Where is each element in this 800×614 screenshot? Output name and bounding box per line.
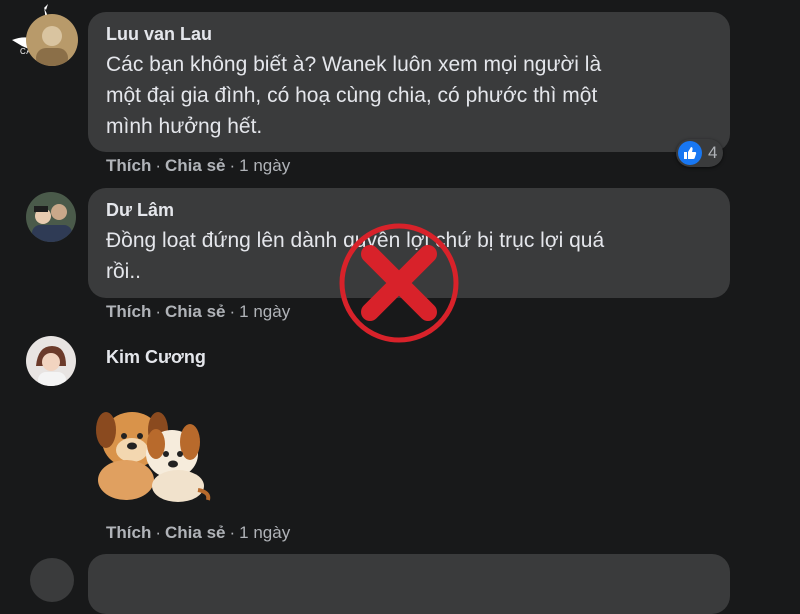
avatar[interactable] (30, 558, 74, 602)
avatar[interactable] (26, 14, 78, 66)
comment-author[interactable]: Luu van Lau (106, 24, 212, 45)
share-button[interactable]: Chia sẻ (165, 302, 225, 321)
avatar[interactable] (26, 192, 76, 242)
comment-author[interactable]: Dư Lâm (106, 200, 174, 221)
like-button[interactable]: Thích (106, 523, 151, 542)
timestamp[interactable]: 1 ngày (239, 523, 290, 542)
share-button[interactable]: Chia sẻ (165, 523, 225, 542)
avatar[interactable] (26, 336, 76, 386)
hugging-dogs-sticker (96, 412, 211, 502)
comment-author[interactable]: Kim Cương (106, 347, 206, 368)
comment-actions: Thích · Chia sẻ · 1 ngày (106, 156, 291, 175)
share-button[interactable]: Chia sẻ (165, 156, 225, 175)
comment-actions: Thích · Chia sẻ · 1 ngày (106, 523, 291, 542)
comment-bubble (88, 554, 730, 614)
timestamp[interactable]: 1 ngày (239, 302, 290, 321)
comment-actions: Thích · Chia sẻ · 1 ngày (106, 302, 291, 321)
like-button[interactable]: Thích (106, 156, 151, 175)
reaction-count[interactable]: 4 (676, 139, 724, 167)
timestamp[interactable]: 1 ngày (239, 156, 290, 175)
red-x-mark-icon (339, 223, 459, 343)
comment-text: Các bạn không biết à? Wanek luôn xem mọi… (106, 53, 602, 138)
thumbs-up-icon (678, 141, 702, 165)
like-button[interactable]: Thích (106, 302, 151, 321)
